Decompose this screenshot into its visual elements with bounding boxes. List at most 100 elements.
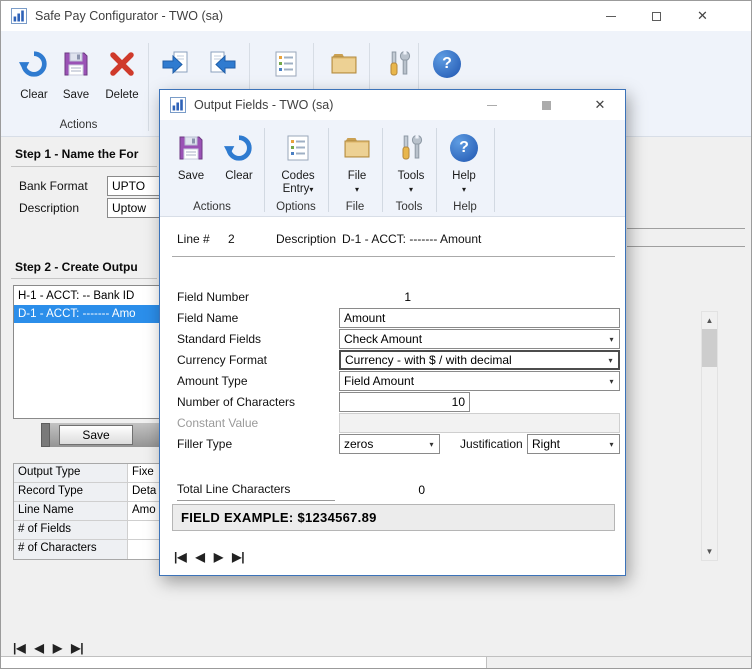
dialog-help-button[interactable]: ? Help ▾ — [440, 130, 488, 196]
field-name-input[interactable]: Amount — [339, 308, 620, 328]
export-icon — [153, 45, 199, 83]
close-button[interactable]: ✕ — [679, 1, 726, 31]
field-example-box: FIELD EXAMPLE: $1234567.89 — [172, 504, 615, 531]
close-icon: ✕ — [697, 1, 708, 31]
dropdown-arrow-icon[interactable]: ▾ — [603, 356, 618, 365]
dropdown-arrow-icon: ▾ — [409, 185, 413, 194]
maximize-button[interactable] — [633, 1, 680, 31]
dialog-tools-button[interactable]: Tools ▾ — [386, 130, 436, 196]
nav-next-button[interactable]: ▶ — [214, 550, 223, 564]
dialog-file-button[interactable]: File ▾ — [332, 130, 382, 196]
dialog-save-button[interactable]: Save — [168, 130, 214, 183]
vertical-scrollbar[interactable]: ▲ ▼ — [701, 311, 718, 561]
filler-type-label: Filler Type — [177, 437, 232, 451]
justification-label: Justification — [460, 437, 523, 451]
tools-icon — [376, 45, 422, 83]
group-tools-label: Tools — [382, 200, 436, 215]
nav-prev-button[interactable]: ◀ — [196, 550, 205, 564]
group-help-label: Help — [436, 200, 494, 215]
nav-last-button[interactable]: ▶| — [71, 641, 84, 655]
line-number-label: Line # — [177, 232, 210, 246]
amount-type-label: Amount Type — [177, 374, 248, 388]
main-window: Safe Pay Configurator - TWO (sa) ✕ Clear — [0, 0, 752, 669]
scroll-thumb[interactable] — [702, 329, 717, 367]
dialog-clear-button[interactable]: Clear — [216, 130, 262, 183]
dialog-titlebar: Output Fields - TWO (sa) ✕ — [160, 90, 625, 120]
dialog-toolbar: Save Clear — [160, 120, 625, 217]
file-button[interactable] — [321, 45, 367, 83]
help-button[interactable]: ? — [424, 45, 470, 83]
constant-value-label: Constant Value — [177, 416, 258, 430]
dialog-minimize-button[interactable] — [465, 90, 519, 120]
nav-next-button[interactable]: ▶ — [53, 641, 62, 655]
actions-group-label: Actions — [11, 119, 146, 131]
dropdown-arrow-icon[interactable]: ▾ — [604, 377, 619, 386]
tools-icon — [386, 130, 436, 166]
amount-type-combo[interactable]: Field Amount ▾ — [339, 371, 620, 391]
number-of-characters-input[interactable]: 10 — [339, 392, 470, 412]
codes-entry-button[interactable]: Codes Entry▾ — [270, 130, 326, 196]
step2-heading: Step 2 - Create Outpu — [15, 260, 138, 274]
background-grid-line — [627, 228, 745, 229]
dropdown-arrow-icon: ▾ — [462, 185, 466, 194]
field-name-label: Field Name — [177, 311, 238, 325]
dropdown-arrow-icon: ▾ — [309, 185, 313, 194]
codes-list-icon — [263, 45, 309, 83]
dialog-record-navigator: |◀ ◀ ▶ ▶| — [174, 550, 245, 564]
nav-last-button[interactable]: ▶| — [232, 550, 245, 564]
description-label: Description — [19, 201, 79, 215]
strip-drag-handle[interactable] — [41, 423, 50, 447]
currency-format-combo[interactable]: Currency - with $ / with decimal ▾ — [339, 350, 620, 370]
clear-button[interactable]: Clear — [11, 45, 57, 101]
codes-button[interactable] — [263, 45, 309, 83]
grid-row-label: Output Type — [14, 464, 128, 482]
justification-combo[interactable]: Right ▾ — [527, 434, 620, 454]
standard-fields-label: Standard Fields — [177, 332, 261, 346]
nav-first-button[interactable]: |◀ — [174, 550, 187, 564]
scroll-down-button[interactable]: ▼ — [702, 543, 717, 560]
undo-arrow-icon — [11, 45, 57, 83]
field-number-value: 1 — [339, 290, 411, 304]
export-button[interactable] — [153, 45, 199, 83]
line-number-value: 2 — [228, 232, 235, 246]
undo-arrow-icon — [216, 130, 262, 166]
number-of-characters-label: Number of Characters — [177, 395, 295, 409]
group-file-label: File — [328, 200, 382, 215]
main-titlebar: Safe Pay Configurator - TWO (sa) ✕ — [1, 1, 751, 31]
nav-first-button[interactable]: |◀ — [13, 641, 26, 655]
tools-button[interactable] — [376, 45, 422, 83]
horizontal-scroll-area[interactable] — [486, 657, 752, 669]
delete-button[interactable]: Delete — [99, 45, 145, 101]
total-line-characters-label: Total Line Characters — [177, 482, 335, 501]
grid-row-label: # of Fields — [14, 521, 128, 539]
total-line-characters-value: 0 — [339, 483, 425, 497]
filler-type-combo[interactable]: zeros ▾ — [339, 434, 440, 454]
bank-format-label: Bank Format — [19, 179, 88, 193]
currency-format-label: Currency Format — [177, 353, 267, 367]
dropdown-arrow-icon[interactable]: ▾ — [604, 335, 619, 344]
save-button[interactable]: Save — [53, 45, 99, 101]
scroll-up-button[interactable]: ▲ — [702, 312, 717, 329]
app-chart-icon — [11, 8, 27, 24]
folder-icon — [321, 45, 367, 83]
bottom-strip — [1, 656, 752, 669]
header-rule — [172, 256, 615, 257]
nav-prev-button[interactable]: ◀ — [35, 641, 44, 655]
background-grid-line — [627, 246, 745, 247]
strip-save-button[interactable]: Save — [59, 425, 133, 445]
help-icon: ? — [440, 130, 488, 166]
dialog-maximize-button[interactable] — [519, 90, 573, 120]
red-x-icon — [99, 45, 145, 83]
folder-icon — [332, 130, 382, 166]
dropdown-arrow-icon[interactable]: ▾ — [424, 440, 439, 449]
import-button[interactable] — [199, 45, 245, 83]
constant-value-input — [339, 413, 620, 433]
toolbar-separator — [148, 43, 149, 131]
minimize-button[interactable] — [587, 1, 634, 31]
standard-fields-combo[interactable]: Check Amount ▾ — [339, 329, 620, 349]
field-number-label: Field Number — [177, 290, 249, 304]
dropdown-arrow-icon[interactable]: ▾ — [604, 440, 619, 449]
floppy-disk-icon — [53, 45, 99, 83]
help-icon: ? — [424, 45, 470, 83]
dialog-close-button[interactable]: ✕ — [573, 90, 627, 120]
